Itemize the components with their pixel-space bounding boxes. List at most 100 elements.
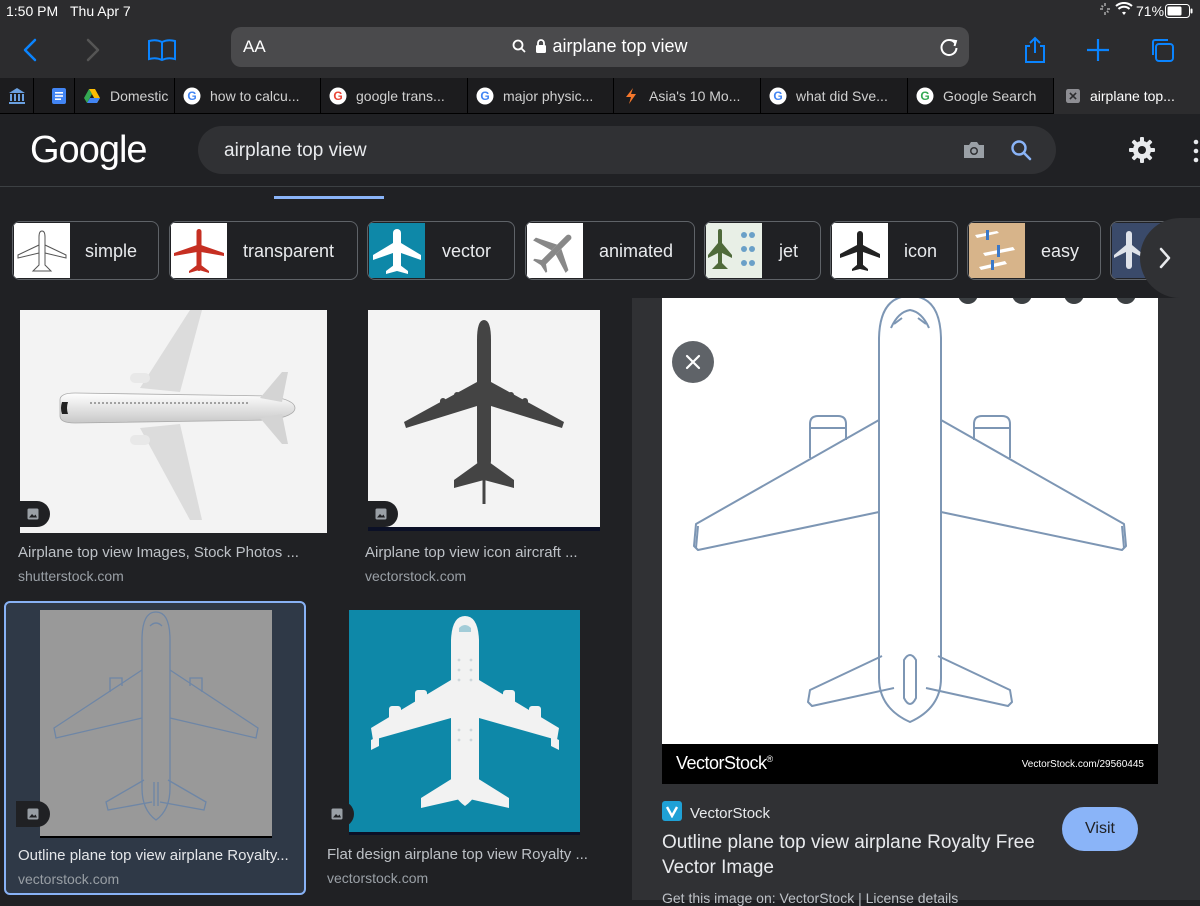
chip-label: jet: [779, 241, 799, 261]
image-badge-icon: [364, 501, 398, 527]
result-card-1[interactable]: Airplane top view Images, Stock Photos .…: [0, 298, 332, 594]
tab-asia[interactable]: Asia's 10 Mo...: [614, 78, 761, 114]
chip-thumb-animated: [527, 223, 583, 278]
preview-footer[interactable]: Get this image on: VectorStock | License…: [662, 890, 958, 906]
google-icon: G: [476, 87, 494, 105]
chevron-right-icon: [1159, 247, 1171, 269]
tab-bank[interactable]: [0, 78, 34, 114]
result-title[interactable]: Flat design airplane top view Royalty ..…: [327, 846, 588, 863]
chip-label: vector: [442, 241, 492, 261]
more-vert-icon[interactable]: [1192, 139, 1200, 168]
search-small-icon: [513, 39, 527, 53]
search-input[interactable]: airplane top view: [224, 140, 367, 162]
svg-text:G: G: [187, 89, 196, 103]
chip-easy[interactable]: easy: [967, 221, 1101, 280]
share-icon[interactable]: [1017, 32, 1053, 68]
chip-thumb-jet: [706, 223, 762, 278]
images-tab-underline: [274, 196, 384, 199]
result-source: vectorstock.com: [18, 871, 120, 887]
address-bar[interactable]: AA airplane top view: [231, 27, 969, 67]
bolt-icon: [626, 88, 636, 104]
new-tab-icon[interactable]: [1080, 32, 1116, 68]
back-icon[interactable]: [12, 32, 48, 68]
watermark-text: VectorStock®: [676, 753, 773, 773]
tab-domestic[interactable]: Domestic: [75, 78, 175, 114]
chip-animated[interactable]: animated: [525, 221, 695, 280]
status-bar: 1:50 PM Thu Apr 7 71%: [0, 0, 1200, 22]
visit-button[interactable]: Visit: [1062, 807, 1138, 851]
chip-thumb-simple: [14, 223, 70, 278]
preview-title[interactable]: Outline plane top view airplane Royalty …: [662, 830, 1052, 880]
settings-gear-icon[interactable]: [1128, 136, 1156, 169]
result-title[interactable]: Airplane top view Images, Stock Photos .…: [18, 544, 299, 561]
preview-image[interactable]: [662, 298, 1158, 744]
google-icon: G: [769, 87, 787, 105]
chip-label: transparent: [243, 241, 335, 261]
close-icon: [1066, 89, 1080, 103]
browser-toolbar: AA airplane top view: [0, 22, 1200, 78]
google-logo[interactable]: Google: [30, 129, 148, 172]
image-badge-icon: [320, 801, 354, 827]
tab-major-physic[interactable]: G major physic...: [468, 78, 614, 114]
watermark-id: VectorStock.com/29560445: [1021, 759, 1144, 770]
tab-google-search[interactable]: G Google Search: [908, 78, 1054, 114]
search-icon[interactable]: [1010, 139, 1032, 166]
chip-jet[interactable]: jet: [704, 221, 821, 280]
bank-icon: [9, 88, 25, 104]
vectorstock-logo-icon: [662, 801, 682, 821]
chip-transparent[interactable]: transparent: [169, 221, 358, 280]
camera-icon[interactable]: [962, 139, 986, 166]
chip-label: easy: [1041, 241, 1080, 261]
google-docs-icon: [52, 88, 66, 104]
result-source: vectorstock.com: [327, 870, 429, 886]
status-date: Thu Apr 7: [70, 3, 131, 19]
status-time: 1:50 PM: [6, 3, 59, 19]
watermark-band: VectorStock® VectorStock.com/29560445: [662, 744, 1158, 784]
tab-label: what did Sve...: [796, 88, 888, 104]
result-title[interactable]: Outline plane top view airplane Royalty.…: [18, 847, 289, 864]
tab-airplane-active[interactable]: airplane top...: [1054, 78, 1200, 114]
battery-percent: 71%: [1136, 3, 1165, 19]
result-card-3-selected[interactable]: Outline plane top view airplane Royalty.…: [4, 601, 306, 895]
google-header: Google airplane top view: [0, 115, 1200, 187]
url-text: airplane top view: [231, 36, 969, 57]
result-image-2[interactable]: [368, 310, 600, 527]
svg-text:G: G: [333, 89, 342, 103]
loading-icon: [1099, 2, 1111, 19]
tab-google-trans[interactable]: G google trans...: [321, 78, 468, 114]
bookmarks-icon[interactable]: [144, 32, 180, 68]
google-drive-icon: [84, 89, 100, 103]
tabs-overview-icon[interactable]: [1144, 32, 1180, 68]
tab-how-to-calc[interactable]: G how to calcu...: [175, 78, 321, 114]
result-image-4[interactable]: [349, 610, 580, 832]
result-card-4[interactable]: Flat design airplane top view Royalty ..…: [320, 601, 620, 895]
search-box[interactable]: airplane top view: [198, 126, 1056, 174]
battery-icon: [1165, 4, 1193, 21]
result-card-2[interactable]: Airplane top view icon aircraft ... vect…: [345, 298, 615, 594]
result-title[interactable]: Airplane top view icon aircraft ...: [365, 544, 578, 561]
chip-icon[interactable]: icon: [830, 221, 958, 280]
chip-vector[interactable]: vector: [367, 221, 515, 280]
tab-label: Google Search: [943, 88, 1037, 104]
result-image-3[interactable]: [40, 610, 272, 836]
svg-text:G: G: [480, 89, 489, 103]
close-preview-button[interactable]: [672, 341, 714, 383]
image-strip: [349, 832, 580, 835]
tab-label: major physic...: [503, 88, 594, 104]
chip-thumb-vector: [369, 223, 425, 278]
tab-label: airplane top...: [1090, 88, 1175, 104]
tab-label: google trans...: [356, 88, 445, 104]
tab-docs[interactable]: [34, 78, 75, 114]
tab-label: Domestic: [110, 88, 169, 104]
chip-simple[interactable]: simple: [12, 221, 159, 280]
image-strip: [368, 527, 600, 531]
result-image-1[interactable]: [20, 310, 327, 533]
forward-icon[interactable]: [75, 32, 111, 68]
preview-source[interactable]: VectorStock: [690, 805, 770, 822]
result-source: vectorstock.com: [365, 568, 467, 584]
tab-what-did[interactable]: G what did Sve...: [761, 78, 908, 114]
wifi-icon: [1115, 2, 1133, 19]
tab-label: Asia's 10 Mo...: [649, 88, 741, 104]
reload-icon[interactable]: [939, 36, 959, 63]
chip-label: animated: [599, 241, 674, 261]
